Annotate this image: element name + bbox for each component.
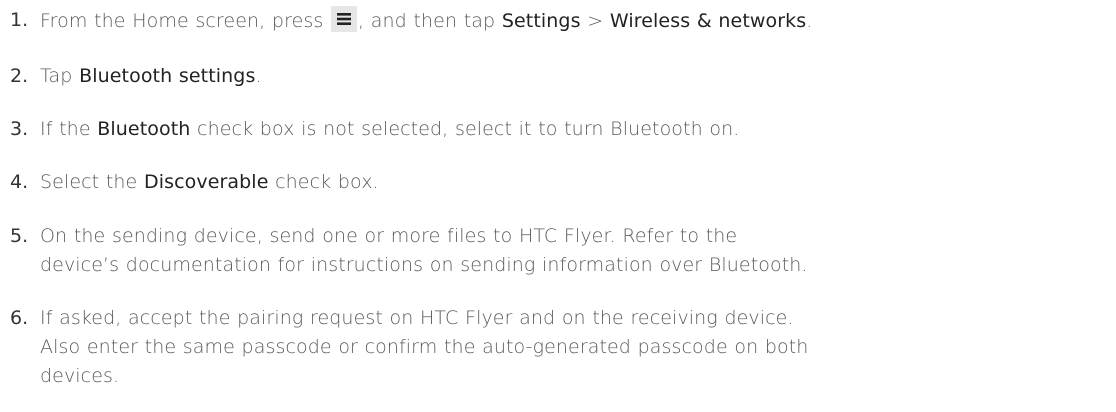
step-text-line: device’s documentation for instructions … xyxy=(40,254,808,276)
wireless-networks-term: Wireless & networks xyxy=(609,10,807,32)
step-number: 3. xyxy=(10,118,29,140)
step-text: If the Bluetooth check box is not select… xyxy=(40,118,740,140)
step-text-line: On the sending device, send one or more … xyxy=(40,225,738,247)
step-number: 1. xyxy=(10,9,29,31)
discoverable-term: Discoverable xyxy=(143,171,269,193)
step-text: From the Home screen, press , and then t… xyxy=(40,6,1114,36)
settings-term: Settings xyxy=(501,10,581,32)
menu-icon xyxy=(331,6,358,32)
step-number: 5. xyxy=(10,225,29,247)
bluetooth-settings-term: Bluetooth settings xyxy=(79,65,256,87)
step-text: Tap Bluetooth settings. xyxy=(40,65,262,87)
step-text: Select the Discoverable check box. xyxy=(40,171,379,193)
step-text: If asked, accept the pairing request on … xyxy=(40,304,1114,391)
bluetooth-term: Bluetooth xyxy=(97,118,191,140)
step-text-line: Also enter the same passcode or confirm … xyxy=(40,336,809,358)
step-text: On the sending device, send one or more … xyxy=(40,222,1114,280)
step-text-line: devices. xyxy=(40,365,120,387)
step-number: 6. xyxy=(10,307,29,329)
step-number: 2. xyxy=(10,65,29,87)
step-number: 4. xyxy=(10,171,29,193)
step-text-line: If asked, accept the pairing request on … xyxy=(40,307,794,329)
